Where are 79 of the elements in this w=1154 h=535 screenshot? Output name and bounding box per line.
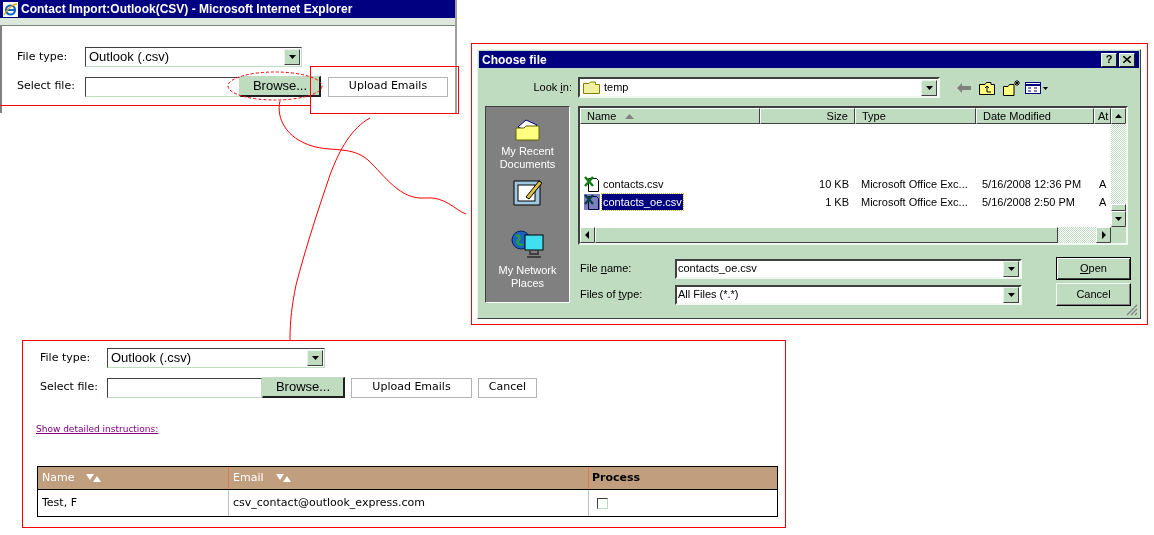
desktop-icon — [511, 177, 544, 209]
dropdown-button[interactable] — [1003, 286, 1019, 303]
instructions-link[interactable]: Show detailed instructions: — [36, 424, 159, 435]
file-name[interactable]: contacts.csv — [602, 175, 665, 193]
folder-up-icon[interactable] — [979, 80, 995, 95]
caret-down-icon — [311, 356, 319, 360]
back-arrow-icon[interactable] — [957, 82, 971, 93]
file-type: Microsoft Office Exc... — [860, 176, 969, 192]
file-date: 5/16/2008 2:50 PM — [981, 194, 1076, 210]
sort-icon — [275, 473, 291, 483]
dropdown-button[interactable] — [1003, 260, 1019, 277]
field-label: Look in: — [532, 80, 572, 96]
caret-down-icon — [1007, 266, 1015, 271]
scroll-thumb[interactable] — [1111, 204, 1126, 211]
file-size: 10 KB — [818, 176, 850, 192]
dialog-title: Choose file — [482, 51, 548, 69]
scroll-right-button[interactable] — [1096, 227, 1111, 243]
dropdown-button[interactable] — [921, 79, 937, 96]
table-cell: Test, F — [38, 490, 229, 516]
caret-down-icon — [1007, 292, 1015, 297]
sort-icon — [86, 473, 102, 483]
field-label: Files of type: — [579, 287, 644, 303]
close-button[interactable] — [1119, 52, 1135, 67]
field-label: Select file: — [40, 379, 99, 396]
scrollbar-corner — [1111, 227, 1126, 243]
field-label: File name: — [579, 261, 633, 277]
sort-arrow-icon — [625, 113, 635, 119]
column-header[interactable]: Name — [580, 108, 760, 124]
file-attribute: A — [1098, 194, 1108, 210]
process-checkbox[interactable] — [597, 497, 608, 509]
spreadsheet-file-icon — [584, 194, 600, 210]
file-size: 1 KB — [824, 194, 850, 210]
folder-icon — [583, 81, 600, 94]
file-date: 5/16/2008 12:36 PM — [981, 176, 1083, 192]
window-title: Contact Import:Outlook(CSV) - Microsoft Internet Explorer — [21, 1, 353, 18]
file-type-select[interactable]: Outlook (.csv) — [85, 47, 302, 67]
column-header[interactable]: Size — [760, 108, 855, 124]
view-menu-icon[interactable] — [1025, 81, 1049, 94]
column-header[interactable]: Date Modified — [976, 108, 1094, 124]
dropdown-button[interactable] — [284, 49, 300, 65]
network-places-icon — [510, 229, 545, 261]
close-icon — [1123, 56, 1131, 63]
scroll-left-button[interactable] — [580, 227, 595, 243]
places-item[interactable]: My Recent Documents — [488, 118, 567, 171]
places-item[interactable]: My Network Places — [488, 209, 567, 290]
form-button[interactable]: Upload Emails — [351, 377, 472, 398]
resize-grip-icon[interactable] — [1126, 304, 1138, 316]
file-name-field[interactable]: contacts_oe.csv — [675, 258, 1022, 279]
file-type-select[interactable]: Outlook (.csv) — [107, 348, 325, 368]
dialog-button[interactable]: Open — [1056, 257, 1131, 280]
scroll-up-button[interactable] — [1111, 108, 1126, 124]
new-folder-icon[interactable] — [1003, 79, 1021, 96]
field-label: File type: — [40, 349, 92, 366]
look-in-select[interactable]: temp — [578, 77, 940, 98]
recent-documents-icon — [514, 118, 541, 142]
dropdown-button[interactable] — [307, 350, 323, 366]
form-button[interactable]: Cancel — [478, 377, 537, 398]
browse-button[interactable]: Browse... — [240, 76, 321, 97]
caret-down-icon — [288, 55, 296, 59]
browse-button[interactable]: Browse... — [262, 377, 345, 398]
file-attribute: A — [1098, 176, 1108, 192]
file-input[interactable] — [85, 76, 240, 97]
dialog-button[interactable]: Cancel — [1056, 283, 1131, 306]
file-input[interactable] — [107, 377, 262, 398]
scroll-down-button[interactable] — [1111, 211, 1126, 227]
file-name[interactable]: contacts_oe.csv — [602, 193, 683, 211]
help-button[interactable]: ? — [1101, 52, 1117, 67]
column-header[interactable]: Type — [855, 108, 976, 124]
caret-down-icon — [925, 85, 933, 90]
file-type-select[interactable]: All Files (*.*) — [675, 284, 1022, 305]
field-label: Select file: — [17, 78, 76, 95]
browser-logo-icon — [3, 1, 18, 17]
field-label: File type: — [17, 48, 69, 65]
table-cell: csv_contact@outlook_express.com — [229, 490, 589, 516]
column-header: Process — [591, 469, 642, 486]
form-button[interactable]: Upload Emails — [328, 76, 448, 97]
spreadsheet-file-icon — [584, 176, 600, 192]
file-type: Microsoft Office Exc... — [860, 194, 969, 210]
column-header[interactable]: At — [1094, 108, 1111, 124]
